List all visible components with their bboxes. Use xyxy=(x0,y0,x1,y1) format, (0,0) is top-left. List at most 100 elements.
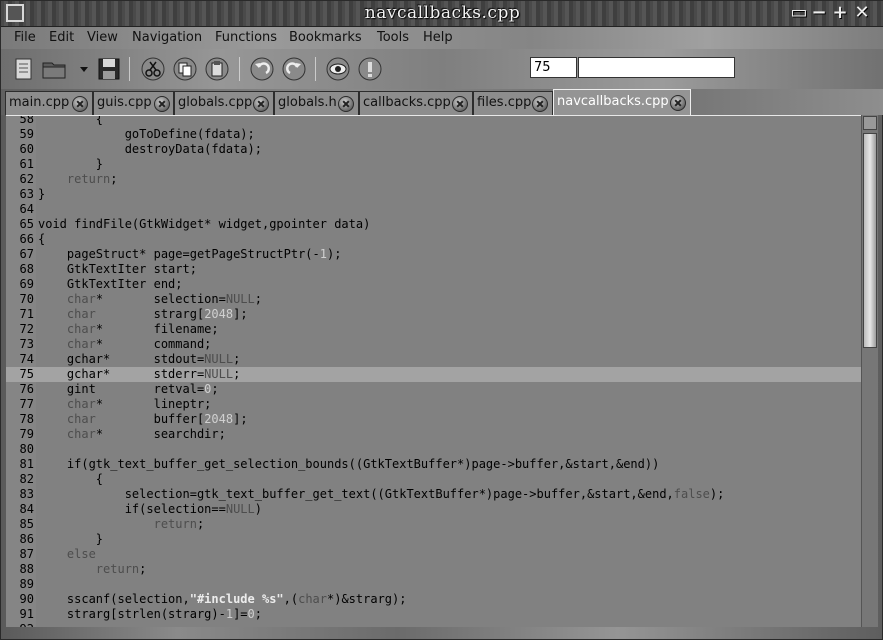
tab-close-icon[interactable] xyxy=(72,96,88,112)
code-text: char* command; xyxy=(66,337,212,351)
find-icon[interactable] xyxy=(325,56,351,82)
menu-navigation[interactable]: Navigation xyxy=(132,30,202,45)
code-text: sscanf(selection,"#include %s",(char*)&s… xyxy=(38,592,407,606)
code-line[interactable]: 69 GtkTextIter end; xyxy=(6,277,861,292)
cut-icon[interactable] xyxy=(140,56,166,82)
tab-close-icon[interactable] xyxy=(670,95,686,111)
code-line[interactable]: 84 if(selection==NULL) xyxy=(6,502,861,517)
tab-main-cpp[interactable]: main.cpp xyxy=(5,91,93,115)
code-line[interactable]: 60 destroyData(fdata); xyxy=(6,142,861,157)
code-line[interactable]: 59 goToDefine(fdata); xyxy=(6,127,861,142)
line-number: 72 xyxy=(19,322,34,336)
close-icon[interactable]: ✕ xyxy=(852,3,872,23)
line-number: 87 xyxy=(19,547,34,561)
tab-bar: main.cpp guis.cpp globals.cpp globals.h … xyxy=(1,89,883,115)
code-line[interactable]: 91 strarg[strlen(strarg)-1]=0; xyxy=(6,607,861,622)
code-line[interactable]: 86 } xyxy=(6,532,861,547)
tab-globals-h[interactable]: globals.h xyxy=(274,91,359,115)
code-text: char* filename; xyxy=(66,322,219,336)
code-line[interactable]: 65 void findFile(GtkWidget* widget,gpoint… xyxy=(6,217,861,232)
menu-help[interactable]: Help xyxy=(423,30,453,45)
scrollbar-thumb[interactable] xyxy=(863,133,877,348)
tab-guis-cpp[interactable]: guis.cpp xyxy=(93,91,174,115)
tab-close-icon[interactable] xyxy=(154,96,170,112)
maximize-icon[interactable]: + xyxy=(830,3,850,23)
code-line[interactable]: 90 sscanf(selection,"#include %s",(char*… xyxy=(6,592,861,607)
code-line[interactable]: 68 GtkTextIter start; xyxy=(6,262,861,277)
code-line[interactable]: 75 gchar* stderr=NULL; xyxy=(6,367,861,382)
menu-tools[interactable]: Tools xyxy=(377,30,409,45)
code-line[interactable]: 92 xyxy=(6,622,861,627)
line-number: 85 xyxy=(19,517,34,531)
code-line[interactable]: 81 if(gtk_text_buffer_get_selection_boun… xyxy=(6,457,861,472)
minimize-icon[interactable]: ▭ xyxy=(789,3,809,23)
code-line[interactable]: 67 pageStruct* page=getPageStructPtr(-1)… xyxy=(6,247,861,262)
line-number: 82 xyxy=(19,472,34,486)
code-line[interactable]: 64 xyxy=(6,202,861,217)
code-line[interactable]: 70 char* selection=NULL; xyxy=(6,292,861,307)
line-number: 77 xyxy=(19,397,34,411)
undo-icon[interactable] xyxy=(249,56,275,82)
tab-close-icon[interactable] xyxy=(253,96,269,112)
find-input[interactable] xyxy=(578,57,735,78)
code-line[interactable]: 74 gchar* stdout=NULL; xyxy=(6,352,861,367)
minimize-icon[interactable]: − xyxy=(809,3,829,23)
code-line[interactable]: 72 char* filename; xyxy=(6,322,861,337)
tab-globals-cpp[interactable]: globals.cpp xyxy=(174,91,274,115)
goto-line-input[interactable] xyxy=(530,57,577,78)
tab-close-icon[interactable] xyxy=(338,96,354,112)
app-window: navcallbacks.cpp ▭ − + ✕ File Edit View … xyxy=(0,0,883,640)
dropdown-arrow-icon[interactable] xyxy=(71,56,88,82)
tab-close-icon[interactable] xyxy=(532,96,548,112)
code-line[interactable]: 76 gint retval=0; xyxy=(6,382,861,397)
line-number: 81 xyxy=(19,457,34,471)
tab-close-icon[interactable] xyxy=(452,96,468,112)
line-number: 74 xyxy=(19,352,34,366)
code-line[interactable]: 58 { xyxy=(6,116,861,127)
save-icon[interactable] xyxy=(96,56,122,82)
code-line[interactable]: 80 xyxy=(6,442,861,457)
code-line[interactable]: 63} xyxy=(6,187,861,202)
toolbar-separator xyxy=(129,57,130,81)
menu-edit[interactable]: Edit xyxy=(49,30,74,45)
code-text: if(selection==NULL) xyxy=(38,502,262,516)
code-line[interactable]: 66 { xyxy=(6,232,861,247)
code-line[interactable]: 78 char buffer[2048]; xyxy=(6,412,861,427)
tab-callbacks-cpp[interactable]: callbacks.cpp xyxy=(359,91,473,115)
find-next-icon[interactable] xyxy=(357,56,383,82)
code-line[interactable]: 71 char strarg[2048]; xyxy=(6,307,861,322)
code-line[interactable]: 89 xyxy=(6,577,861,592)
line-number: 73 xyxy=(19,337,34,351)
code-text: GtkTextIter end; xyxy=(38,277,183,291)
line-number: 64 xyxy=(19,202,34,216)
menu-functions[interactable]: Functions xyxy=(215,30,277,45)
code-line[interactable]: 61 } xyxy=(6,157,861,172)
code-line[interactable]: 88 return; xyxy=(6,562,861,577)
code-line[interactable]: 87 else xyxy=(6,547,861,562)
copy-icon[interactable] xyxy=(172,56,198,82)
code-line[interactable]: 79 char* searchdir; xyxy=(6,427,861,442)
vertical-scrollbar[interactable] xyxy=(861,115,878,627)
menu-file[interactable]: File xyxy=(14,30,36,45)
menu-view[interactable]: View xyxy=(87,30,118,45)
code-line[interactable]: 62 return; xyxy=(6,172,861,187)
code-editor[interactable]: 58 {59 goToDefine(fdata); 60 destroyData(… xyxy=(6,115,861,627)
menu-bookmarks[interactable]: Bookmarks xyxy=(289,30,362,45)
code-text: } xyxy=(38,187,46,201)
code-line[interactable]: 82 { xyxy=(6,472,861,487)
tab-files-cpp[interactable]: files.cpp xyxy=(473,91,553,115)
line-number: 78 xyxy=(19,412,34,426)
tab-navcallbacks-cpp[interactable]: navcallbacks.cpp xyxy=(553,89,691,115)
paste-icon[interactable] xyxy=(204,56,230,82)
scroll-up-button[interactable] xyxy=(863,116,877,130)
open-folder-icon[interactable] xyxy=(41,56,67,82)
code-line[interactable]: 77 char* lineptr; xyxy=(6,397,861,412)
new-file-icon[interactable] xyxy=(11,56,37,82)
line-number: 66 xyxy=(19,232,34,246)
code-line[interactable]: 73 char* command; xyxy=(6,337,861,352)
tab-label: files.cpp xyxy=(477,95,532,110)
code-line[interactable]: 83 selection=gtk_text_buffer_get_text((G… xyxy=(6,487,861,502)
title-bar[interactable]: navcallbacks.cpp ▭ − + ✕ xyxy=(1,1,883,27)
redo-icon[interactable] xyxy=(281,56,307,82)
code-line[interactable]: 85 return; xyxy=(6,517,861,532)
